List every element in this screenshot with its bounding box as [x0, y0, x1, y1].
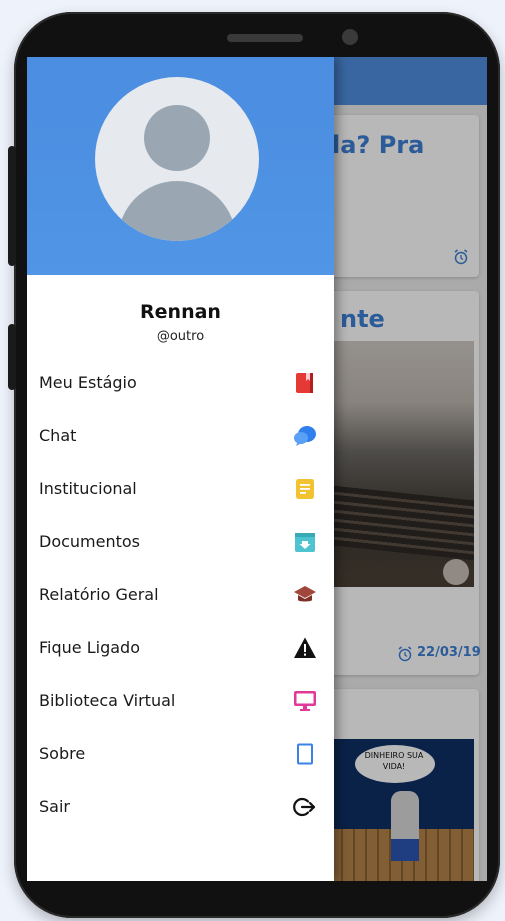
menu-item-meu-estagio[interactable]: Meu Estágio	[27, 358, 334, 410]
menu-item-label: Sobre	[39, 744, 86, 763]
menu-item-label: Relatório Geral	[39, 585, 159, 604]
book-icon	[296, 373, 313, 393]
menu-item-label: Meu Estágio	[39, 373, 137, 392]
document-icon	[296, 479, 314, 499]
menu-item-relatorio-geral[interactable]: Relatório Geral	[27, 570, 334, 622]
menu-item-sobre[interactable]: Sobre	[27, 729, 334, 781]
drawer-header	[27, 57, 334, 275]
avatar-head	[144, 105, 210, 171]
screen: la? Pra nte 22/03/19 DINHEIRO SUA VIDA! …	[27, 57, 487, 881]
power-button	[8, 324, 16, 390]
menu-item-label: Chat	[39, 426, 77, 445]
user-handle: @outro	[156, 329, 205, 344]
menu-item-label: Institucional	[39, 479, 137, 498]
menu-item-documentos[interactable]: Documentos	[27, 517, 334, 569]
graduation-cap-icon	[294, 586, 316, 602]
logout-icon	[293, 797, 316, 817]
menu-item-fique-ligado[interactable]: Fique Ligado	[27, 623, 334, 675]
menu-item-label: Biblioteca Virtual	[39, 691, 176, 710]
avatar[interactable]	[95, 77, 259, 241]
tablet-icon	[297, 743, 313, 765]
menu-item-chat[interactable]: Chat	[27, 411, 334, 463]
monitor-icon	[294, 691, 316, 711]
volume-button	[8, 146, 16, 266]
chat-bubbles-icon	[294, 426, 316, 446]
menu-item-label: Fique Ligado	[39, 638, 140, 657]
user-name: Rennan	[140, 301, 221, 323]
menu-item-institucional[interactable]: Institucional	[27, 464, 334, 516]
phone-frame: la? Pra nte 22/03/19 DINHEIRO SUA VIDA! …	[8, 12, 500, 918]
menu-item-label: Documentos	[39, 532, 141, 551]
avatar-body	[118, 181, 236, 241]
menu-item-biblioteca-virtual[interactable]: Biblioteca Virtual	[27, 676, 334, 728]
navigation-drawer: Rennan @outro Meu Estágio Chat Instituci…	[27, 57, 334, 881]
menu-item-sair[interactable]: Sair	[27, 782, 334, 834]
speaker-grille	[227, 34, 303, 42]
front-camera	[342, 29, 358, 45]
download-box-icon	[295, 533, 315, 552]
menu-item-label: Sair	[39, 797, 70, 816]
warning-icon	[294, 637, 316, 658]
